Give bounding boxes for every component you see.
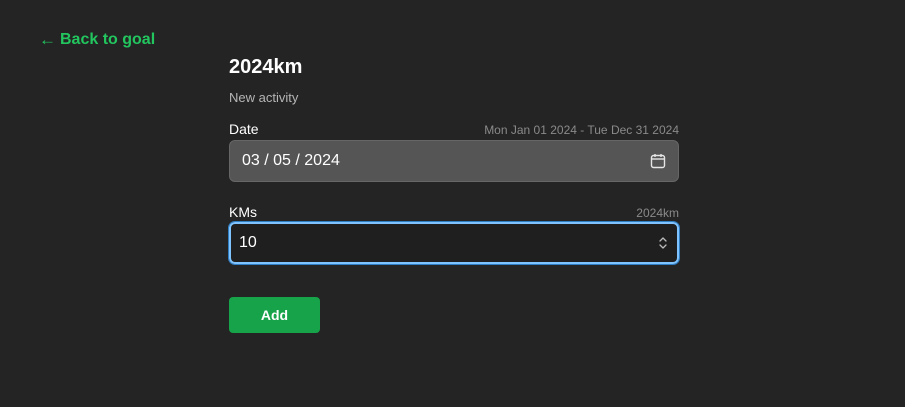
date-label: Date bbox=[229, 121, 259, 137]
date-value: 03 / 05 / 2024 bbox=[242, 152, 340, 169]
date-range-hint: Mon Jan 01 2024 - Tue Dec 31 2024 bbox=[484, 123, 679, 137]
kms-value: 10 bbox=[239, 234, 257, 251]
kms-label: KMs bbox=[229, 204, 257, 220]
new-activity-form: 2024km New activity Date Mon Jan 01 2024… bbox=[228, 52, 680, 333]
form-subtitle: New activity bbox=[229, 90, 299, 105]
goal-title: 2024km bbox=[229, 56, 303, 78]
back-arrow-icon: ← bbox=[39, 30, 56, 49]
kms-label-row: KMs 2024km bbox=[229, 200, 679, 220]
stepper-icon[interactable] bbox=[657, 235, 669, 251]
date-input[interactable]: 03 / 05 / 2024 bbox=[229, 140, 679, 182]
back-to-goal-link[interactable]: ← Back to goal bbox=[39, 30, 155, 50]
add-button[interactable]: Add bbox=[229, 297, 320, 333]
calendar-icon[interactable] bbox=[650, 153, 666, 169]
back-to-goal-label: Back to goal bbox=[60, 31, 156, 48]
kms-input[interactable]: 10 bbox=[228, 221, 680, 265]
date-label-row: Date Mon Jan 01 2024 - Tue Dec 31 2024 bbox=[229, 117, 679, 137]
kms-goal-hint: 2024km bbox=[636, 206, 679, 220]
